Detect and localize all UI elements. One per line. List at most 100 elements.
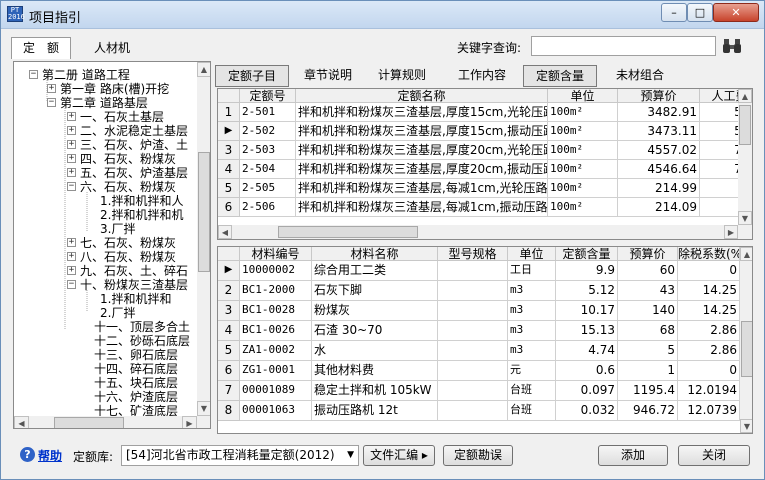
tree-expander-icon[interactable]: +	[67, 238, 76, 247]
table-cell[interactable]: 2.86	[678, 341, 740, 361]
table-cell[interactable]: ZG1-0001	[240, 361, 312, 381]
row-number[interactable]: 4	[218, 321, 240, 341]
tab-material-combo[interactable]: 未材组合	[601, 65, 679, 87]
table-cell[interactable]: 100m²	[548, 198, 618, 217]
file-compile-button[interactable]: 文件汇编 ▸	[363, 445, 435, 466]
table-cell[interactable]	[438, 301, 508, 321]
column-header[interactable]: 型号规格	[438, 247, 508, 261]
tree-node[interactable]: 十、粉煤灰三渣基层	[80, 278, 188, 292]
tree-node[interactable]: 八、石灰、粉煤灰	[80, 250, 176, 264]
add-button[interactable]: 添加	[598, 445, 668, 466]
table-cell[interactable]: 14.25	[678, 301, 740, 321]
scroll-left-button[interactable]: ◀	[14, 416, 29, 428]
tree-node[interactable]: 六、石灰、粉煤灰	[80, 180, 176, 194]
row-number[interactable]: 8	[218, 401, 240, 421]
table-cell[interactable]: 2-504	[240, 160, 296, 179]
tab-chapter-notes[interactable]: 章节说明	[293, 65, 363, 87]
scroll-down-button[interactable]: ▼	[197, 401, 210, 416]
column-header[interactable]: 定额名称	[296, 89, 548, 103]
table-cell[interactable]: 2-503	[240, 141, 296, 160]
table-cell[interactable]: 10.17	[556, 301, 618, 321]
tree-expander-icon[interactable]: +	[67, 266, 76, 275]
table-cell[interactable]: 台班	[508, 401, 556, 421]
table-cell[interactable]: 100m²	[548, 141, 618, 160]
help-icon[interactable]: ?	[20, 447, 35, 462]
tree-node[interactable]: 第一章 路床(槽)开挖	[60, 82, 169, 96]
table-cell[interactable]: 946.72	[618, 401, 678, 421]
table-cell[interactable]: 4.74	[556, 341, 618, 361]
table-cell[interactable]: 4546.64	[618, 160, 700, 179]
table-cell[interactable]: 拌和机拌和粉煤灰三渣基层,厚度20cm,振动压路机	[296, 160, 548, 179]
table-cell[interactable]: 0.6	[556, 361, 618, 381]
row-number[interactable]: ▶	[218, 261, 240, 281]
table-cell[interactable]	[438, 261, 508, 281]
tree-expander-icon[interactable]: +	[67, 252, 76, 261]
table-cell[interactable]: 水	[312, 341, 438, 361]
table-cell[interactable]	[438, 361, 508, 381]
tree-vertical-scrollbar[interactable]: ▲ ▼	[197, 62, 210, 416]
row-number[interactable]: 5	[218, 341, 240, 361]
row-number[interactable]: 6	[218, 198, 240, 217]
table-cell[interactable]: 综合用工二类	[312, 261, 438, 281]
column-header[interactable]: 单位	[508, 247, 556, 261]
table-cell[interactable]: 43	[618, 281, 678, 301]
scroll-down-button[interactable]: ▼	[740, 419, 752, 433]
table-cell[interactable]: 12.0739	[678, 401, 740, 421]
row-number[interactable]: 2	[218, 281, 240, 301]
table-cell[interactable]: 石灰下脚	[312, 281, 438, 301]
table-cell[interactable]: 15.13	[556, 321, 618, 341]
tree-node[interactable]: 十三、卵石底层	[94, 348, 178, 362]
quota-vertical-scrollbar[interactable]: ▲ ▼	[738, 89, 752, 225]
tree-expander-icon[interactable]: +	[67, 140, 76, 149]
title-bar[interactable]: PT 2016 项目指引 – □ ✕	[1, 1, 764, 29]
row-number[interactable]: 3	[218, 301, 240, 321]
scroll-down-button[interactable]: ▼	[738, 211, 752, 225]
table-cell[interactable]: m3	[508, 281, 556, 301]
table-cell[interactable]: 2-506	[240, 198, 296, 217]
quota-library-select[interactable]: [54]河北省市政工程消耗量定额(2012) ▼	[121, 445, 359, 466]
table-cell[interactable]: 1	[618, 361, 678, 381]
tree-node[interactable]: 十二、砂砾石底层	[94, 334, 190, 348]
table-cell[interactable]: 3482.91	[618, 103, 700, 122]
tree-node[interactable]: 第二册 道路工程	[42, 68, 130, 82]
maximize-button[interactable]: □	[687, 3, 713, 22]
close-window-button[interactable]: ✕	[713, 3, 759, 22]
table-cell[interactable]: 4557.02	[618, 141, 700, 160]
table-cell[interactable]: 9.9	[556, 261, 618, 281]
row-number[interactable]: 4	[218, 160, 240, 179]
table-cell[interactable]: 石渣 30~70	[312, 321, 438, 341]
tree-node[interactable]: 十四、碎石底层	[94, 362, 178, 376]
help-link[interactable]: 帮助	[38, 447, 62, 464]
table-cell[interactable]: 拌和机拌和粉煤灰三渣基层,每减1cm,振动压路机	[296, 198, 548, 217]
table-cell[interactable]: 拌和机拌和粉煤灰三渣基层,厚度15cm,振动压路机	[296, 122, 548, 141]
tree-node[interactable]: 3.厂拌	[100, 222, 135, 236]
table-cell[interactable]: 0	[678, 361, 740, 381]
table-cell[interactable]: BC1-0028	[240, 301, 312, 321]
table-cell[interactable]: 00001089	[240, 381, 312, 401]
table-cell[interactable]: 稳定土拌和机 105kW	[312, 381, 438, 401]
table-cell[interactable]: 其他材料费	[312, 361, 438, 381]
tab-calc-rules[interactable]: 计算规则	[363, 65, 441, 87]
table-cell[interactable]: m3	[508, 341, 556, 361]
column-header[interactable]: 材料编号	[240, 247, 312, 261]
tree-node[interactable]: 二、水泥稳定土基层	[80, 124, 188, 138]
tree-node[interactable]: 十一、顶层多合土	[94, 320, 190, 334]
table-cell[interactable]: 140	[618, 301, 678, 321]
tree-node[interactable]: 第二章 道路基层	[60, 96, 148, 110]
tree-node[interactable]: 1.拌和机拌和人	[100, 194, 183, 208]
table-cell[interactable]: 12.0194	[678, 381, 740, 401]
tree-expander-icon[interactable]: −	[67, 280, 76, 289]
table-cell[interactable]	[438, 401, 508, 421]
tree-node[interactable]: 2.拌和机拌和机	[100, 208, 183, 222]
table-cell[interactable]: BC1-2000	[240, 281, 312, 301]
scroll-thumb[interactable]	[741, 321, 752, 377]
table-cell[interactable]: 2-501	[240, 103, 296, 122]
tree-expander-icon[interactable]: −	[67, 182, 76, 191]
table-cell[interactable]: 100m²	[548, 160, 618, 179]
material-vertical-scrollbar[interactable]: ▲ ▼	[740, 247, 752, 433]
table-cell[interactable]: 214.09	[618, 198, 700, 217]
table-cell[interactable]	[438, 281, 508, 301]
table-cell[interactable]: 拌和机拌和粉煤灰三渣基层,厚度15cm,光轮压路机	[296, 103, 548, 122]
column-header[interactable]: 定额号	[240, 89, 296, 103]
row-number[interactable]: 7	[218, 381, 240, 401]
